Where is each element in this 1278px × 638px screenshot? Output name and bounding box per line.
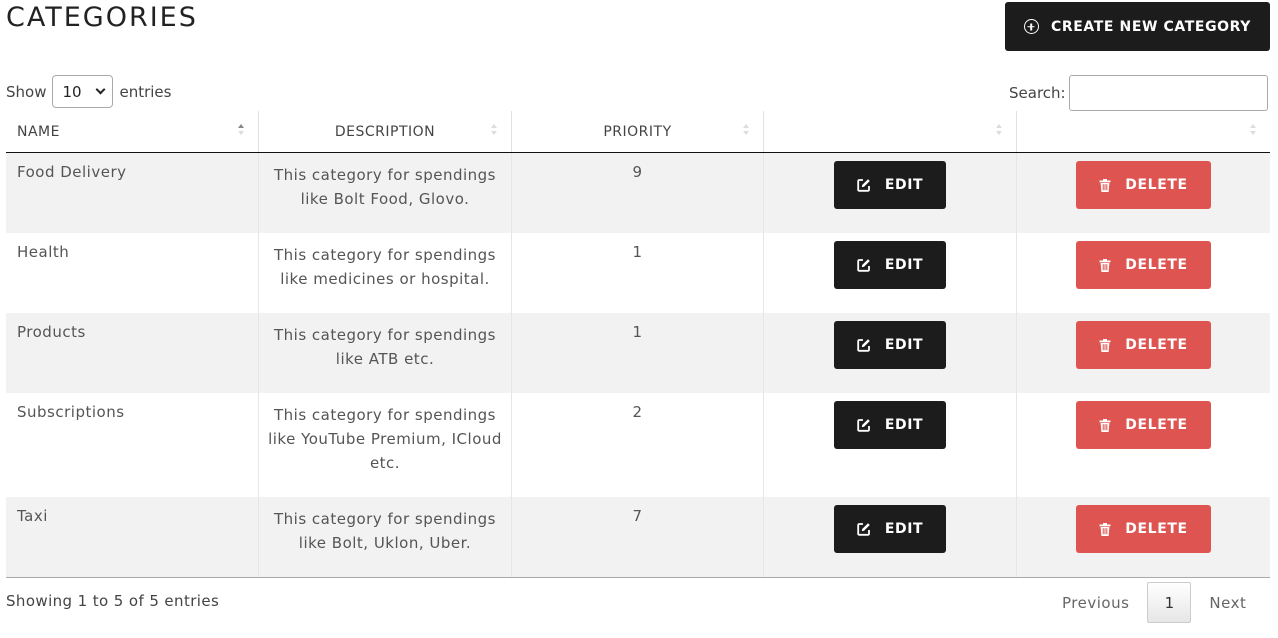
table-header: NAME DESCRIPTION PRIORITY: [6, 111, 1270, 153]
table-row: Health This category for spendings like m…: [6, 233, 1270, 313]
cell-delete: DELETE: [1017, 393, 1270, 497]
create-category-button[interactable]: CREATE NEW CATEGORY: [1005, 2, 1270, 51]
table-row: Subscriptions This category for spendings…: [6, 393, 1270, 497]
column-header-label: DESCRIPTION: [334, 123, 436, 140]
search-control: Search:: [1009, 75, 1268, 111]
cell-delete: DELETE: [1017, 153, 1270, 233]
column-header-description[interactable]: DESCRIPTION: [259, 111, 512, 152]
delete-label: DELETE: [1125, 417, 1188, 433]
cell-edit: EDIT: [764, 393, 1017, 497]
delete-button[interactable]: DELETE: [1076, 505, 1211, 553]
next-page-button[interactable]: Next: [1196, 583, 1259, 623]
trash-icon: [1099, 178, 1111, 192]
delete-button[interactable]: DELETE: [1076, 401, 1211, 449]
chevron-down-icon: [96, 84, 106, 95]
cell-delete: DELETE: [1017, 313, 1270, 393]
table-row: Products This category for spendings like…: [6, 313, 1270, 393]
cell-priority: 7: [512, 497, 764, 577]
cell-name: Health: [6, 233, 259, 313]
cell-priority: 2: [512, 393, 764, 497]
table-bottom-border: [6, 577, 1270, 578]
edit-label: EDIT: [884, 521, 924, 537]
sort-icon: [238, 124, 244, 135]
delete-label: DELETE: [1125, 521, 1188, 537]
create-category-label: CREATE NEW CATEGORY: [1050, 18, 1252, 35]
cell-priority: 1: [512, 313, 764, 393]
edit-button[interactable]: EDIT: [834, 161, 946, 209]
edit-label: EDIT: [884, 177, 924, 193]
cell-name: Subscriptions: [6, 393, 259, 497]
cell-edit: EDIT: [764, 313, 1017, 393]
delete-button[interactable]: DELETE: [1076, 161, 1211, 209]
edit-icon: [857, 418, 871, 432]
page-1-button[interactable]: 1: [1147, 582, 1192, 623]
plus-circle-icon: [1023, 19, 1039, 34]
cell-name: Food Delivery: [6, 153, 259, 233]
trash-icon: [1099, 258, 1111, 272]
entries-label: entries: [119, 82, 172, 101]
entries-select[interactable]: 10: [52, 75, 114, 108]
cell-edit: EDIT: [764, 497, 1017, 577]
cell-delete: DELETE: [1017, 233, 1270, 313]
cell-priority: 1: [512, 233, 764, 313]
search-label: Search:: [1009, 84, 1066, 102]
edit-button[interactable]: EDIT: [834, 241, 946, 289]
cell-edit: EDIT: [764, 153, 1017, 233]
edit-icon: [857, 338, 871, 352]
delete-label: DELETE: [1125, 337, 1188, 353]
page-title: CATEGORIES: [6, 2, 198, 33]
edit-icon: [857, 258, 871, 272]
sort-icon: [743, 124, 749, 135]
entries-length-control: Show 10 entries: [6, 75, 171, 108]
entries-select-value: 10: [62, 82, 82, 101]
edit-label: EDIT: [884, 257, 924, 273]
previous-page-button[interactable]: Previous: [1049, 583, 1142, 623]
column-header-label: NAME: [17, 123, 60, 140]
column-header-edit[interactable]: [764, 111, 1017, 152]
categories-table: NAME DESCRIPTION PRIORITY Food Delivery T…: [6, 111, 1270, 578]
table-row: Taxi This category for spendings like Bol…: [6, 497, 1270, 577]
delete-button[interactable]: DELETE: [1076, 241, 1211, 289]
sort-icon: [1250, 124, 1256, 135]
edit-button[interactable]: EDIT: [834, 401, 946, 449]
edit-label: EDIT: [884, 417, 924, 433]
column-header-name[interactable]: NAME: [6, 111, 259, 152]
cell-description: This category for spendings like medicin…: [259, 233, 512, 313]
edit-button[interactable]: EDIT: [834, 505, 946, 553]
column-header-delete[interactable]: [1017, 111, 1270, 152]
trash-icon: [1099, 338, 1111, 352]
column-header-label: PRIORITY: [603, 123, 672, 140]
table-row: Food Delivery This category for spendings…: [6, 153, 1270, 233]
sort-icon: [996, 124, 1002, 135]
edit-icon: [857, 522, 871, 536]
cell-name: Products: [6, 313, 259, 393]
pagination: Previous 1 Next: [1049, 582, 1259, 623]
cell-delete: DELETE: [1017, 497, 1270, 577]
cell-description: This category for spendings like YouTube…: [259, 393, 512, 497]
table-info: Showing 1 to 5 of 5 entries: [6, 592, 220, 610]
edit-icon: [857, 178, 871, 192]
sort-icon: [491, 124, 497, 135]
show-label: Show: [6, 82, 47, 101]
delete-button[interactable]: DELETE: [1076, 321, 1211, 369]
cell-name: Taxi: [6, 497, 259, 577]
trash-icon: [1099, 418, 1111, 432]
edit-button[interactable]: EDIT: [834, 321, 946, 369]
delete-label: DELETE: [1125, 177, 1188, 193]
cell-description: This category for spendings like Bolt Fo…: [259, 153, 512, 233]
cell-description: This category for spendings like Bolt, U…: [259, 497, 512, 577]
table-body: Food Delivery This category for spendings…: [6, 153, 1270, 577]
trash-icon: [1099, 522, 1111, 536]
column-header-priority[interactable]: PRIORITY: [512, 111, 764, 152]
cell-priority: 9: [512, 153, 764, 233]
edit-label: EDIT: [884, 337, 924, 353]
cell-description: This category for spendings like ATB etc…: [259, 313, 512, 393]
search-input[interactable]: [1068, 75, 1268, 111]
cell-edit: EDIT: [764, 233, 1017, 313]
delete-label: DELETE: [1125, 257, 1188, 273]
